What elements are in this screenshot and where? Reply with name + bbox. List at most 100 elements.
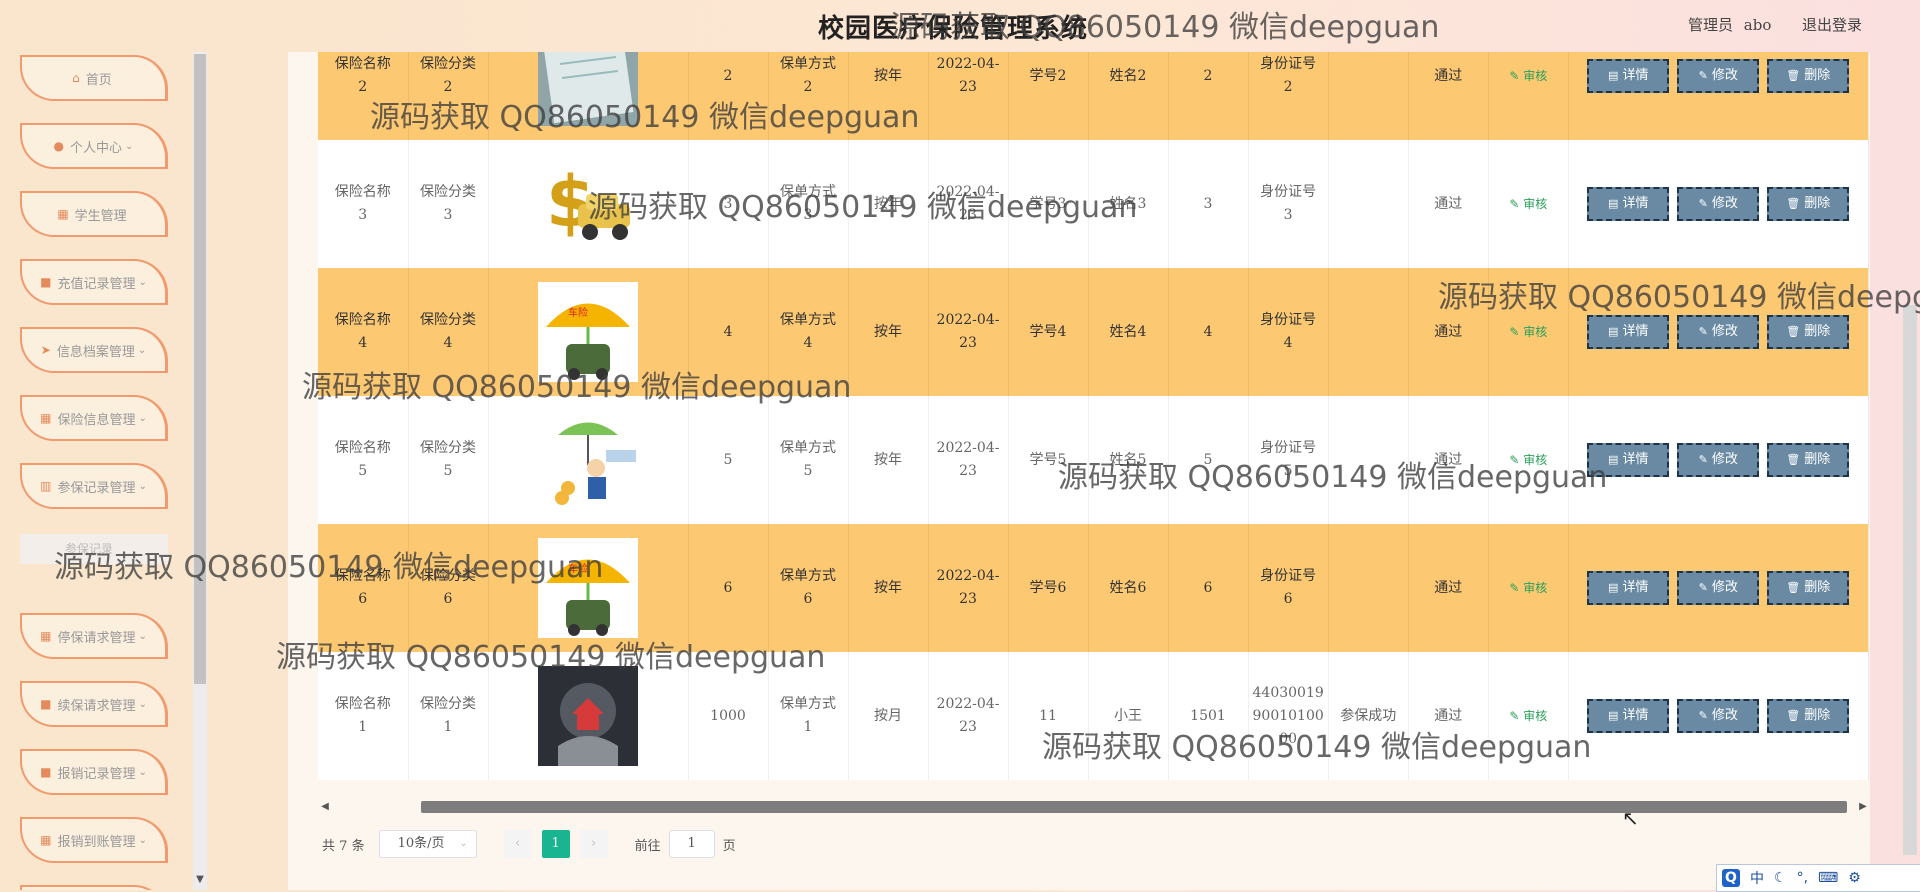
detail-button[interactable]: ▤ 详情 bbox=[1587, 187, 1670, 221]
cell-text: 姓名3 bbox=[1109, 195, 1147, 212]
audit-link[interactable]: ✎ 审核 bbox=[1509, 69, 1547, 83]
sidebar-item-10[interactable]: ▦ 报销到账管理 ⌄ bbox=[20, 817, 168, 863]
cell-text: 通过 bbox=[1434, 451, 1463, 468]
cell-text: 5 bbox=[723, 451, 733, 468]
ime-language[interactable]: 中 bbox=[1750, 868, 1764, 888]
trash-icon: 🗑 bbox=[1786, 581, 1801, 594]
cell-id-card: 身份证号 6 bbox=[1248, 524, 1329, 652]
cell-category: 保险分类 2 bbox=[408, 52, 489, 140]
audit-link[interactable]: ✎ 审核 bbox=[1509, 325, 1547, 339]
cell-text: 身份证号 2 bbox=[1260, 56, 1317, 95]
edit-button[interactable]: ✎ 修改 bbox=[1677, 443, 1760, 477]
document-icon: ▤ bbox=[1608, 453, 1619, 466]
delete-label: 删除 bbox=[1804, 580, 1831, 595]
prev-page-button[interactable]: ‹ bbox=[503, 830, 532, 858]
cell-text: 4 bbox=[723, 323, 733, 340]
menu-icon: ■ bbox=[40, 275, 52, 289]
delete-button[interactable]: 🗑 删除 bbox=[1767, 187, 1850, 221]
cell-note bbox=[1328, 140, 1409, 268]
cell-text: 保险分类 6 bbox=[420, 568, 476, 607]
cell-id-card: 身份证号 2 bbox=[1248, 52, 1329, 140]
sidebar: ⌂ 首页 ● 个人中心 ⌄ ▦ 学生管理 ■ 充值记录管理 ⌄ ➤ 信息档案管理 ⌄ ▦ 保险信息管理 ⌄ ▥ 参… bbox=[0, 52, 210, 890]
cell-image: 车险 bbox=[488, 268, 689, 396]
sidebar-item-4[interactable]: ➤ 信息档案管理 ⌄ bbox=[20, 327, 168, 373]
delete-button[interactable]: 🗑 删除 bbox=[1767, 443, 1850, 477]
sidebar-item-9[interactable]: ■ 报销记录管理 ⌄ bbox=[20, 749, 168, 795]
detail-button[interactable]: ▤ 详情 bbox=[1587, 571, 1670, 605]
cell-text: 学号3 bbox=[1029, 195, 1067, 212]
delete-button[interactable]: 🗑 删除 bbox=[1767, 315, 1850, 349]
menu-icon: ■ bbox=[40, 765, 52, 779]
scroll-left-arrow-icon[interactable]: ◀ bbox=[318, 798, 332, 816]
cell-text: 保单方式 3 bbox=[780, 184, 836, 223]
audit-link[interactable]: ✎ 审核 bbox=[1509, 453, 1547, 467]
cell-period: 按年 bbox=[848, 52, 929, 140]
detail-button[interactable]: ▤ 详情 bbox=[1587, 699, 1670, 733]
cell-text: 2022-04- 23 bbox=[936, 568, 1000, 607]
sidebar-item-7[interactable]: ▦ 停保请求管理 ⌄ bbox=[20, 613, 168, 659]
delete-button[interactable]: 🗑 删除 bbox=[1767, 571, 1850, 605]
edit-button[interactable]: ✎ 修改 bbox=[1677, 699, 1760, 733]
edit-button[interactable]: ✎ 修改 bbox=[1677, 59, 1760, 93]
cell-date: 2022-04- 23 bbox=[928, 268, 1009, 396]
edit-icon: ✎ bbox=[1509, 68, 1520, 83]
moon-icon[interactable]: ☾ bbox=[1774, 870, 1787, 886]
keyboard-icon[interactable]: ⌨ bbox=[1818, 870, 1838, 886]
svg-text:车险: 车险 bbox=[568, 562, 588, 575]
audit-link[interactable]: ✎ 审核 bbox=[1509, 197, 1547, 211]
detail-button[interactable]: ▤ 详情 bbox=[1587, 59, 1670, 93]
cell-text: 身份证号 5 bbox=[1260, 440, 1317, 479]
sidebar-scroll-thumb[interactable] bbox=[194, 54, 206, 684]
cell-id-card: 身份证号 4 bbox=[1248, 268, 1329, 396]
edit-button[interactable]: ✎ 修改 bbox=[1677, 315, 1760, 349]
cell-category: 保险分类 1 bbox=[408, 652, 489, 780]
audit-link[interactable]: ✎ 审核 bbox=[1509, 709, 1547, 723]
page-size-select[interactable]: 10条/页 ⌄ bbox=[378, 830, 477, 858]
detail-button[interactable]: ▤ 详情 bbox=[1587, 443, 1670, 477]
audit-link[interactable]: ✎ 审核 bbox=[1509, 581, 1547, 595]
goto-page-input[interactable]: 1 bbox=[668, 830, 715, 858]
sidebar-item-2[interactable]: ▦ 学生管理 bbox=[20, 191, 168, 237]
sidebar-item-label: 首页 bbox=[85, 72, 112, 88]
cell-text: 学号4 bbox=[1029, 323, 1067, 340]
chevron-down-icon: ⌄ bbox=[137, 344, 147, 356]
scroll-right-arrow-icon[interactable]: ▶ bbox=[1856, 798, 1870, 816]
detail-button[interactable]: ▤ 详情 bbox=[1587, 315, 1670, 349]
trash-icon: 🗑 bbox=[1786, 325, 1801, 338]
cell-text: 2 bbox=[1203, 67, 1213, 84]
pencil-icon: ✎ bbox=[1698, 197, 1708, 210]
current-page-button[interactable]: 1 bbox=[541, 830, 570, 858]
chevron-down-icon: ⌄ bbox=[138, 630, 147, 642]
sidebar-item-5[interactable]: ▦ 保险信息管理 ⌄ bbox=[20, 395, 168, 441]
cell-text: 保单方式 4 bbox=[780, 312, 836, 351]
delete-button[interactable]: 🗑 删除 bbox=[1767, 699, 1850, 733]
cell-category: 保险分类 3 bbox=[408, 140, 489, 268]
sidebar-item-6[interactable]: ▥ 参保记录管理 ⌄ bbox=[20, 463, 168, 509]
logout-link[interactable]: 退出登录 bbox=[1802, 14, 1862, 35]
edit-button[interactable]: ✎ 修改 bbox=[1677, 571, 1760, 605]
sidebar-item-label: 充值记录管理 bbox=[57, 276, 136, 292]
cell-audit: ✎ 审核 bbox=[1488, 52, 1569, 140]
edit-button[interactable]: ✎ 修改 bbox=[1677, 187, 1760, 221]
scroll-down-arrow-icon[interactable]: ▼ bbox=[193, 873, 207, 887]
settings-icon[interactable]: ⚙ bbox=[1848, 870, 1861, 886]
cell-text: 2022-04- 23 bbox=[936, 56, 1000, 95]
vertical-scrollbar[interactable] bbox=[1903, 305, 1917, 855]
cell-text: 保险分类 5 bbox=[420, 440, 476, 479]
sidebar-item-1[interactable]: ● 个人中心 ⌄ bbox=[20, 123, 168, 169]
sidebar-subitem[interactable]: 参保记录 bbox=[20, 534, 168, 564]
sidebar-item-11[interactable]: ▦消费记录管理⌄ bbox=[20, 885, 168, 890]
total-suffix: 条 bbox=[351, 838, 365, 854]
insurance-image bbox=[538, 666, 638, 766]
sidebar-item-8[interactable]: ■ 续保请求管理 ⌄ bbox=[20, 681, 168, 727]
sidebar-item-0[interactable]: ⌂ 首页 bbox=[20, 55, 168, 101]
next-page-button[interactable]: › bbox=[579, 830, 608, 858]
sidebar-item-3[interactable]: ■ 充值记录管理 ⌄ bbox=[20, 259, 168, 305]
edit-icon: ✎ bbox=[1509, 196, 1520, 211]
cell-n: 2 bbox=[1168, 52, 1249, 140]
cell-text: 2 bbox=[723, 67, 733, 84]
punctuation-icon[interactable]: °, bbox=[1797, 870, 1808, 886]
ime-toolbar[interactable]: Q 中 ☾ °, ⌨ ⚙ bbox=[1716, 864, 1920, 892]
chevron-down-icon: ⌄ bbox=[459, 838, 468, 849]
delete-button[interactable]: 🗑 删除 bbox=[1767, 59, 1850, 93]
